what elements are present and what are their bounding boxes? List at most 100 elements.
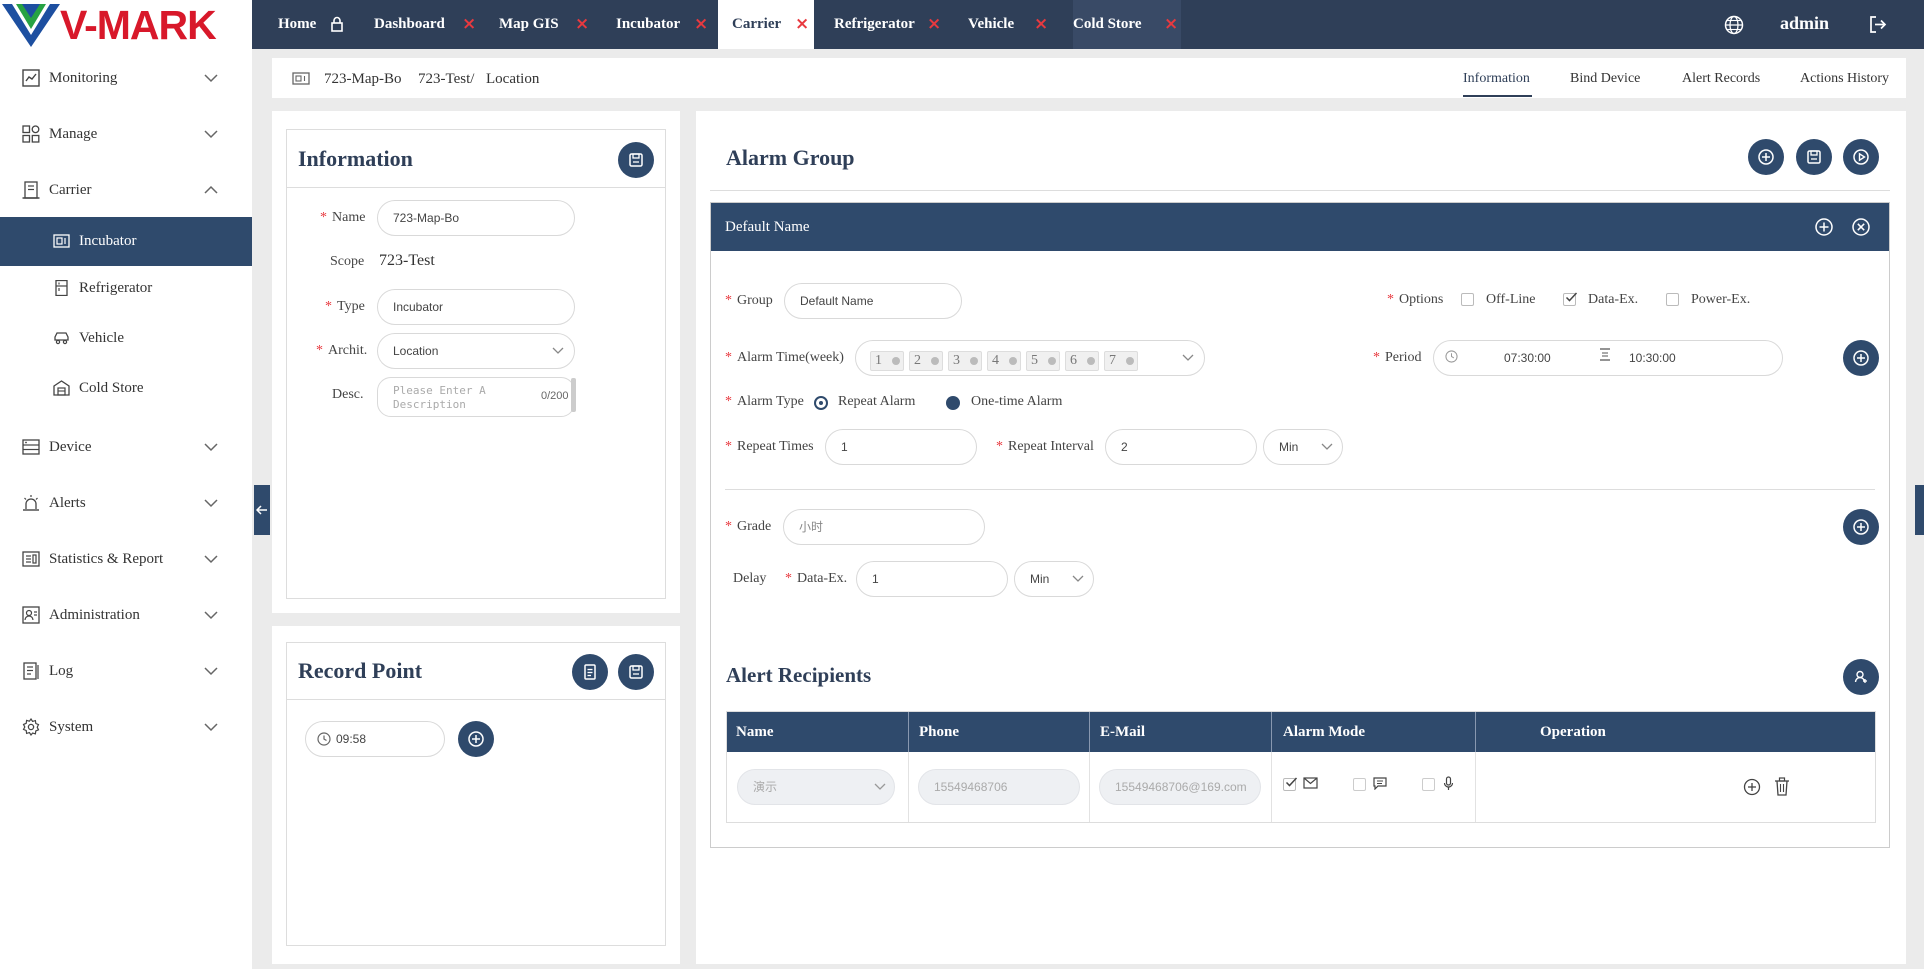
collapse-sidebar-button[interactable]	[254, 485, 270, 535]
power-ex-checkbox[interactable]	[1666, 293, 1679, 306]
record-time-input[interactable]: 09:58	[305, 721, 445, 757]
recipient-phone-input[interactable]: 15549468706	[918, 769, 1080, 805]
close-icon[interactable]: ×	[462, 0, 476, 49]
weekday-tag[interactable]: 1	[870, 351, 904, 371]
sidebar-item-label: Device	[49, 439, 92, 455]
document-button[interactable]	[572, 654, 608, 690]
add-period-button[interactable]	[1843, 340, 1879, 376]
type-input[interactable]: Incubator	[377, 289, 575, 325]
breadcrumb-item[interactable]: 723-Test/	[418, 58, 474, 100]
trash-icon[interactable]	[1774, 777, 1790, 796]
archit-select[interactable]: Location	[377, 333, 575, 369]
repeat-times-input[interactable]: 1	[825, 429, 977, 465]
weekday-tag[interactable]: 6	[1065, 351, 1099, 371]
close-icon[interactable]: ×	[575, 0, 589, 49]
group-name-input[interactable]: Default Name	[784, 283, 962, 319]
alarm-weekday-select[interactable]: 1 2 3 4 5 6 7	[855, 340, 1205, 376]
sidebar-item-statistics[interactable]: Statistics & Report	[0, 539, 252, 579]
sidebar-item-log[interactable]: Log	[0, 651, 252, 691]
close-icon[interactable]: ×	[1034, 0, 1048, 49]
resize-handle[interactable]	[571, 378, 576, 412]
sidebar-item-carrier[interactable]: Carrier	[0, 170, 252, 210]
voice-mode-checkbox[interactable]	[1422, 778, 1435, 791]
play-button[interactable]	[1843, 139, 1879, 175]
close-icon[interactable]	[892, 357, 900, 365]
recipient-name-select[interactable]: 演示	[737, 769, 895, 805]
chevron-down-icon	[1182, 354, 1194, 361]
tab-carrier[interactable]: Carrier ×	[718, 0, 814, 49]
close-icon[interactable]	[1009, 357, 1017, 365]
weekday-tag[interactable]: 3	[948, 351, 982, 371]
sidebar-subitem-cold-store[interactable]: Cold Store	[0, 368, 252, 408]
tab-cold-store[interactable]: Cold Store ×	[1073, 0, 1181, 49]
globe-icon[interactable]	[1724, 15, 1744, 35]
delay-input[interactable]: 1	[856, 561, 1008, 597]
close-icon[interactable]	[1048, 357, 1056, 365]
right-panel-toggle[interactable]	[1915, 485, 1924, 535]
save-button[interactable]	[1796, 139, 1832, 175]
plus-circle-icon[interactable]	[1743, 778, 1761, 796]
close-icon[interactable]: ×	[1164, 0, 1178, 49]
sidebar-item-monitoring[interactable]: Monitoring	[0, 58, 252, 98]
close-icon[interactable]: ×	[795, 0, 809, 49]
interval-unit-select[interactable]: Min	[1263, 429, 1343, 465]
recipient-email-input[interactable]: 15549468706@169.com	[1099, 769, 1261, 805]
offline-checkbox[interactable]	[1461, 293, 1474, 306]
sidebar-item-administration[interactable]: Administration	[0, 595, 252, 635]
close-icon[interactable]: ×	[694, 0, 708, 49]
plus-circle-icon[interactable]	[1814, 217, 1834, 237]
sidebar-subitem-vehicle[interactable]: Vehicle	[0, 318, 252, 358]
weekday-tag[interactable]: 2	[909, 351, 943, 371]
add-recipient-button[interactable]	[1843, 659, 1879, 695]
close-icon[interactable]	[970, 357, 978, 365]
close-icon[interactable]	[931, 357, 939, 365]
close-icon[interactable]	[1087, 357, 1095, 365]
period-end[interactable]: 10:30:00	[1629, 341, 1676, 375]
group-header-title: Default Name	[725, 219, 810, 235]
weekday-tag[interactable]: 7	[1104, 351, 1138, 371]
email-mode-checkbox[interactable]	[1283, 777, 1298, 791]
alarm-time-label: * Alarm Time(week)	[725, 350, 844, 366]
save-button[interactable]	[618, 142, 654, 178]
grade-input[interactable]: 小时	[783, 509, 985, 545]
name-input[interactable]: 723-Map-Bo	[377, 200, 575, 236]
period-start[interactable]: 07:30:00	[1504, 341, 1551, 375]
repeat-alarm-radio[interactable]	[814, 396, 828, 410]
one-time-alarm-radio[interactable]	[946, 396, 960, 410]
sidebar-item-device[interactable]: Device	[0, 427, 252, 467]
tab-incubator[interactable]: Incubator ×	[616, 0, 708, 49]
delay-unit-select[interactable]: Min	[1014, 561, 1094, 597]
add-grade-button[interactable]	[1843, 509, 1879, 545]
weekday-tag[interactable]: 4	[987, 351, 1021, 371]
required-mark: *	[316, 343, 323, 358]
tab-alert-records[interactable]: Alert Records	[1682, 58, 1760, 100]
weekday-tag[interactable]: 5	[1026, 351, 1060, 371]
save-button[interactable]	[618, 654, 654, 690]
tab-bind-device[interactable]: Bind Device	[1570, 58, 1640, 100]
tab-home[interactable]: Home	[278, 0, 316, 49]
breadcrumb-item[interactable]: 723-Map-Bo	[324, 58, 402, 100]
sidebar-item-alerts[interactable]: Alerts	[0, 483, 252, 523]
tab-vehicle[interactable]: Vehicle ×	[968, 0, 1048, 49]
tab-dashboard[interactable]: Dashboard ×	[374, 0, 476, 49]
refrigerator-icon	[55, 280, 68, 296]
close-circle-icon[interactable]	[1851, 217, 1871, 237]
tab-actions-history[interactable]: Actions History	[1800, 58, 1889, 100]
tab-information[interactable]: Information	[1463, 58, 1530, 100]
sidebar-item-manage[interactable]: Manage	[0, 114, 252, 154]
add-record-button[interactable]	[458, 721, 494, 757]
add-group-button[interactable]	[1748, 139, 1784, 175]
sidebar-item-system[interactable]: System	[0, 707, 252, 747]
period-range-input[interactable]: 07:30:00 10:30:00	[1433, 340, 1783, 376]
tab-refrigerator[interactable]: Refrigerator ×	[834, 0, 941, 49]
user-name[interactable]: admin	[1780, 0, 1829, 47]
sms-mode-checkbox[interactable]	[1353, 778, 1366, 791]
sidebar-subitem-incubator[interactable]: Incubator	[0, 217, 252, 266]
logout-icon[interactable]	[1868, 15, 1887, 34]
close-icon[interactable]: ×	[927, 0, 941, 49]
data-ex-checkbox[interactable]	[1563, 292, 1578, 306]
sidebar-subitem-refrigerator[interactable]: Refrigerator	[0, 268, 252, 308]
tab-map-gis[interactable]: Map GIS ×	[499, 0, 589, 49]
close-icon[interactable]	[1126, 357, 1134, 365]
repeat-interval-input[interactable]: 2	[1105, 429, 1257, 465]
